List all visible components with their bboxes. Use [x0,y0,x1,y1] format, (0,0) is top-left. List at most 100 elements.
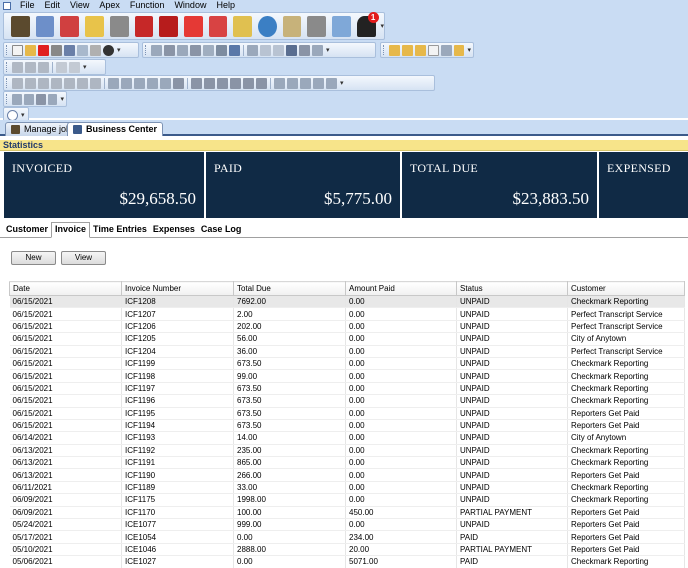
upload-icon[interactable] [332,15,351,37]
printer-icon[interactable] [109,15,129,37]
tools-icon[interactable] [282,15,302,37]
import-arrow-icon[interactable] [208,15,228,37]
globe-icon[interactable] [258,15,277,37]
new-button[interactable]: New [11,251,56,265]
table-row[interactable]: 06/15/2021 ICF1207 2.00 0.00 UNPAID Perfect T… [9,307,685,321]
folder-add-icon[interactable] [414,44,426,56]
justify-icon[interactable] [90,77,101,89]
folder-open-icon[interactable] [401,44,413,56]
bold-icon[interactable] [12,77,23,89]
invoice-icon[interactable] [60,15,80,37]
print-icon[interactable] [307,15,327,37]
table-row[interactable]: 06/15/2021 ICF1204 36.00 0.00 UNPAID Perfect … [9,345,685,358]
menu-file[interactable]: File [15,0,40,11]
folder-icon[interactable] [388,44,400,56]
toolbar-grip-icon[interactable] [6,62,9,72]
toolbar-overflow-icon[interactable]: ▾ [83,63,87,71]
export-arrow-icon[interactable] [183,15,203,37]
chart-icon[interactable] [47,93,58,105]
comment-icon[interactable] [286,44,297,56]
arrow-right-icon[interactable] [273,44,284,56]
toolbar-overflow-icon[interactable]: ▾ [467,46,471,54]
table-row[interactable]: 06/14/2021 ICF1193 14.00 0.00 UNPAID City of … [9,431,685,445]
find-icon[interactable] [287,77,298,89]
table-row[interactable]: 06/11/2021 ICF1189 33.00 0.00 UNPAID Checkmar… [9,481,685,495]
pencil-icon[interactable] [85,15,104,37]
italic-icon[interactable] [25,77,36,89]
toolbar-overflow-icon[interactable]: ▾ [381,22,385,30]
toolbar-overflow-icon[interactable]: ▾ [117,46,121,54]
menu-view[interactable]: View [65,0,94,11]
menu-function[interactable]: Function [125,0,170,11]
document-save-icon[interactable] [216,44,227,56]
color-icon[interactable] [326,77,337,89]
table-split-icon[interactable] [160,77,171,89]
table-row[interactable]: 06/15/2021 ICF1199 673.50 0.00 UNPAID Checkma… [9,357,685,371]
toolbar-grip-icon[interactable] [145,45,148,55]
ascii-file-icon[interactable] [233,15,253,37]
open-folder-icon[interactable] [25,44,36,56]
replace-icon[interactable] [300,77,311,89]
table-row[interactable]: 06/15/2021 ICF1208 7692.00 0.00 UNPAID Checkm… [9,295,685,309]
table-delete-icon[interactable] [134,77,145,89]
table-row[interactable]: 06/13/2021 ICF1192 235.00 0.00 UNPAID Checkma… [9,444,685,458]
audio-icon[interactable] [204,77,215,89]
play-icon[interactable] [217,77,228,89]
new-file-icon[interactable] [12,44,23,56]
print-small-icon[interactable] [51,44,62,56]
table-row[interactable]: 06/13/2021 ICF1190 266.00 0.00 UNPAID Reporte… [9,468,685,482]
paste-icon[interactable] [90,44,101,56]
notification-bell-icon[interactable]: 1 [356,11,379,37]
page-icon[interactable] [151,44,162,56]
cut-icon[interactable] [64,44,75,56]
column-header-amount-paid[interactable]: Amount Paid [345,281,457,296]
toolbar-overflow-icon[interactable]: ▾ [60,95,64,103]
circle-icon[interactable] [7,109,18,121]
table-row[interactable]: 06/13/2021 ICF1191 865.00 0.00 UNPAID Checkma… [9,456,685,470]
column-header-status[interactable]: Status [456,281,568,296]
list-icon[interactable] [299,44,310,56]
menu-help[interactable]: Help [211,0,240,11]
table-row[interactable]: 05/24/2021 ICE1077 999.00 0.00 UNPAID Reporte… [9,518,685,532]
gear-icon[interactable] [103,44,114,56]
table-icon[interactable] [108,77,119,89]
document-copy-icon[interactable] [190,44,201,56]
column-header-total-due[interactable]: Total Due [233,281,346,296]
paste-doc-icon[interactable] [38,61,49,73]
copy-doc-icon[interactable] [25,61,36,73]
align-left-icon[interactable] [51,77,62,89]
refresh-icon[interactable] [173,77,184,89]
table-row[interactable]: 06/15/2021 ICF1195 673.50 0.00 UNPAID Reporte… [9,407,685,420]
table-insert-icon[interactable] [121,77,132,89]
table-row[interactable]: 05/17/2021 ICE1054 0.00 234.00 PAID Reporters… [9,530,685,544]
image-icon[interactable] [247,44,258,56]
pause-icon[interactable] [230,77,241,89]
align-right-icon[interactable] [77,77,88,89]
table-row[interactable]: 06/09/2021 ICF1170 100.00 450.00 PARTIAL PAY… [9,506,685,520]
column-header-invoice-number[interactable]: Invoice Number [121,281,234,296]
bookmark-icon[interactable] [229,44,240,56]
link-icon[interactable] [23,93,34,105]
tab-customer[interactable]: Customer [3,223,51,237]
table-row[interactable]: 06/15/2021 ICF1196 673.50 0.00 UNPAID Checkma… [9,394,685,408]
toolbar-grip-icon[interactable] [6,78,9,88]
spellcheck-icon[interactable] [274,77,285,89]
table-row[interactable]: 05/06/2021 ICE1027 0.00 5071.00 PAID Checkmar… [9,555,685,568]
toolbar-grip-icon[interactable] [383,45,386,55]
tab-invoice[interactable]: Invoice [51,222,91,238]
undo-icon[interactable] [56,61,67,73]
underline-icon[interactable] [38,77,49,89]
column-header-date[interactable]: Date [9,281,122,296]
filter-icon[interactable] [35,93,46,105]
table-merge-icon[interactable] [147,77,158,89]
toolbar-overflow-icon[interactable]: ▾ [21,111,25,119]
table-row[interactable]: 06/15/2021 ICF1205 56.00 0.00 UNPAID City of … [9,332,685,346]
blank-page-icon[interactable] [427,44,439,56]
pdf-icon[interactable] [134,15,154,37]
edit-document-icon[interactable] [35,15,55,37]
tab-business-center[interactable]: Business Center [67,122,164,136]
scissors-icon[interactable] [12,61,23,73]
arrow-left-icon[interactable] [260,44,271,56]
book-icon[interactable] [159,15,178,37]
toolbar-overflow-icon[interactable]: ▾ [340,79,344,87]
